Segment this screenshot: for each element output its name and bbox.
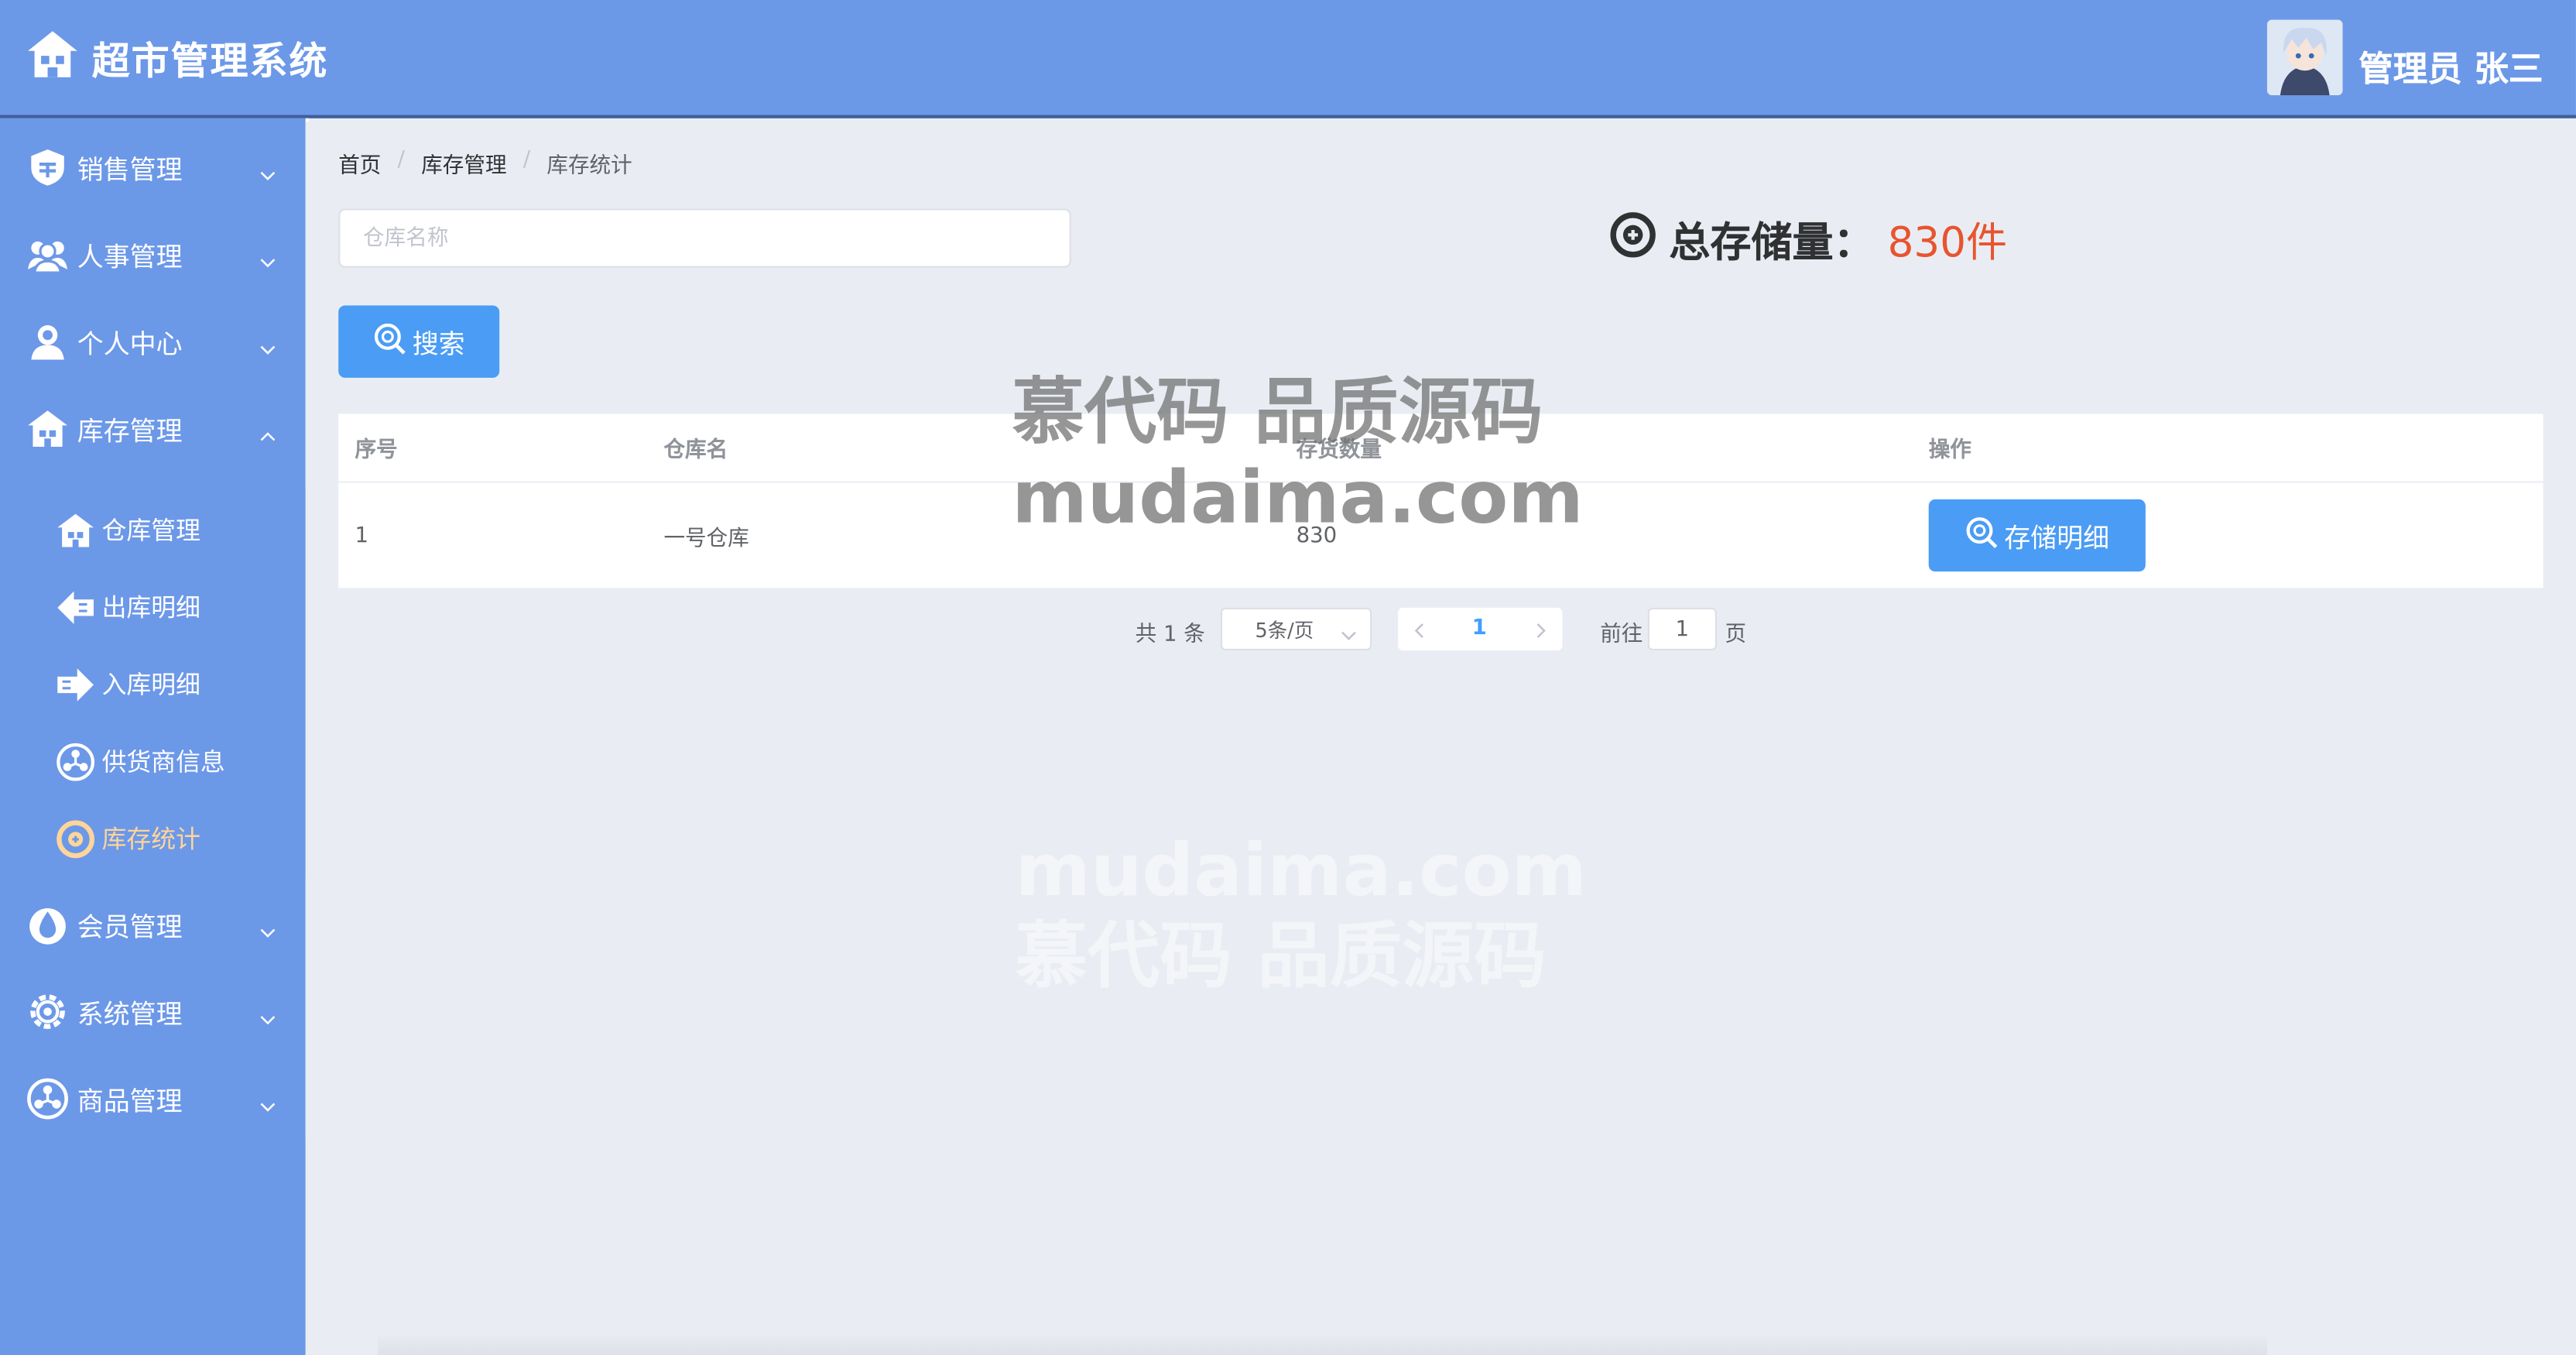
total-storage-value: 830件 — [1887, 218, 2008, 266]
stats-icon — [56, 818, 95, 858]
app-stage: 超市管理系统 管理员 张三 销售管理 人事管理 个人中心 库存管理 仓库管理 出… — [0, 0, 2576, 1355]
user-icon — [26, 320, 69, 362]
chevron-up-icon — [259, 417, 276, 448]
shield-icon — [26, 146, 69, 188]
cell-action: 存储明细 — [1928, 483, 2146, 588]
sidebar-item-members[interactable]: 会员管理 — [0, 880, 306, 967]
sidebar-item-inventory[interactable]: 库存管理 — [0, 384, 306, 471]
bottom-shadow — [378, 1333, 2267, 1355]
search-button[interactable]: 搜索 — [338, 305, 500, 378]
chevron-down-icon — [259, 243, 276, 274]
sidebar-subitem-label: 供货商信息 — [101, 747, 225, 777]
sidebar-subitem-supplier[interactable]: 供货商信息 — [0, 722, 306, 800]
chevron-down-icon — [259, 1087, 276, 1118]
search-icon — [1965, 515, 1998, 556]
sidebar-item-label: 库存管理 — [77, 414, 183, 446]
gear-icon — [26, 990, 69, 1032]
pagination-total: 共 1 条 — [1135, 622, 1205, 647]
sidebar-item-sales[interactable]: 销售管理 — [0, 123, 306, 210]
page-size-value: 5条/页 — [1255, 618, 1314, 642]
watermark-text: 慕代码 品质源码 — [1015, 914, 1547, 999]
breadcrumb-separator: / — [522, 147, 531, 173]
breadcrumb-inventory[interactable]: 库存管理 — [421, 148, 506, 179]
total-storage: 总存储量： 830件 — [1610, 211, 2007, 269]
chevron-down-icon — [259, 1000, 276, 1031]
users-icon — [26, 232, 69, 275]
avatar[interactable] — [2266, 19, 2342, 96]
chevron-down-icon — [259, 913, 276, 944]
arrow-right-icon — [56, 664, 95, 704]
page-navigator: 1 — [1398, 607, 1563, 650]
top-header: 超市管理系统 管理员 张三 — [0, 0, 2576, 118]
watermark-url: mudaima.com — [1012, 456, 1584, 540]
sidebar-item-label: 会员管理 — [77, 911, 183, 942]
goto-page-input[interactable] — [1647, 607, 1717, 650]
pagination: 共 1 条 5条/页 1 前往 页 — [306, 607, 2576, 650]
app-title: 超市管理系统 — [91, 41, 329, 84]
breadcrumb-home[interactable]: 首页 — [338, 148, 381, 179]
search-icon — [373, 321, 406, 362]
watermark: 慕代码 品质源码 mudaima.com — [1012, 371, 1583, 542]
storage-detail-label: 存储明细 — [2004, 525, 2110, 554]
sidebar-subitem-outbound[interactable]: 出库明细 — [0, 568, 306, 646]
chevron-down-icon — [1341, 623, 1357, 646]
sidebar-item-label: 销售管理 — [77, 153, 183, 185]
cell-index: 1 — [355, 523, 369, 548]
sidebar-subitem-label: 库存统计 — [101, 824, 200, 855]
sidebar-item-profile[interactable]: 个人中心 — [0, 297, 306, 384]
page-size-select[interactable]: 5条/页 — [1220, 607, 1372, 650]
sidebar-item-label: 系统管理 — [77, 997, 183, 1029]
arrow-left-icon — [56, 587, 95, 626]
chevron-down-icon — [259, 156, 276, 187]
sidebar-item-label: 人事管理 — [77, 240, 183, 273]
stats-icon — [1610, 212, 1656, 268]
user-name: 管理员 张三 — [2358, 49, 2543, 89]
breadcrumb-separator: / — [397, 147, 405, 173]
column-header-name: 仓库名 — [663, 438, 728, 464]
total-storage-label: 总存储量： — [1669, 218, 1875, 266]
current-page-number[interactable]: 1 — [1472, 616, 1487, 640]
cell-name: 一号仓库 — [663, 526, 749, 551]
sidebar-subitem-inbound[interactable]: 入库明细 — [0, 646, 306, 723]
warehouse-icon — [26, 406, 69, 449]
sidebar: 销售管理 人事管理 个人中心 库存管理 仓库管理 出库明细 入库明细 供货商信息… — [0, 118, 306, 1355]
page-unit-label: 页 — [1725, 622, 1747, 647]
app-logo[interactable]: 超市管理系统 — [26, 29, 329, 85]
goto-label: 前往 — [1600, 622, 1643, 647]
column-header-index: 序号 — [355, 438, 398, 464]
sidebar-subitem-label: 出库明细 — [101, 592, 200, 623]
prev-page-icon[interactable] — [1414, 621, 1424, 646]
watermark-url: mudaima.com — [1015, 829, 1587, 914]
sidebar-item-products[interactable]: 商品管理 — [0, 1055, 306, 1141]
sidebar-subitem-label: 仓库管理 — [101, 516, 200, 546]
chevron-down-icon — [259, 330, 276, 361]
drop-icon — [26, 903, 69, 945]
next-page-icon[interactable] — [1536, 621, 1546, 646]
user-profile[interactable]: 管理员 张三 — [2266, 19, 2543, 96]
watermark: mudaima.com 慕代码 品质源码 — [1016, 829, 1587, 1000]
breadcrumb-current: 库存统计 — [546, 154, 632, 180]
warehouse-icon — [56, 510, 95, 550]
sidebar-item-system[interactable]: 系统管理 — [0, 967, 306, 1054]
sidebar-item-label: 个人中心 — [77, 328, 183, 359]
supplier-icon — [56, 742, 95, 781]
storage-detail-button[interactable]: 存储明细 — [1928, 499, 2146, 572]
product-icon — [26, 1076, 69, 1119]
warehouse-name-input[interactable] — [338, 208, 1071, 268]
column-header-action: 操作 — [1928, 438, 1971, 464]
home-icon — [26, 29, 79, 85]
search-button-label: 搜索 — [412, 331, 465, 360]
sidebar-item-hr[interactable]: 人事管理 — [0, 211, 306, 297]
sidebar-item-label: 商品管理 — [77, 1085, 183, 1117]
breadcrumb: 首页 / 库存管理 / 库存统计 — [338, 148, 632, 179]
sidebar-subitem-stats[interactable]: 库存统计 — [0, 800, 306, 877]
sidebar-subitem-warehouse[interactable]: 仓库管理 — [0, 491, 306, 568]
sidebar-subitem-label: 入库明细 — [101, 670, 200, 700]
watermark-text: 慕代码 品质源码 — [1012, 371, 1543, 455]
main-content: 首页 / 库存管理 / 库存统计 搜索 总存储量： 830件 序号 仓库名 存货… — [305, 121, 2576, 1355]
